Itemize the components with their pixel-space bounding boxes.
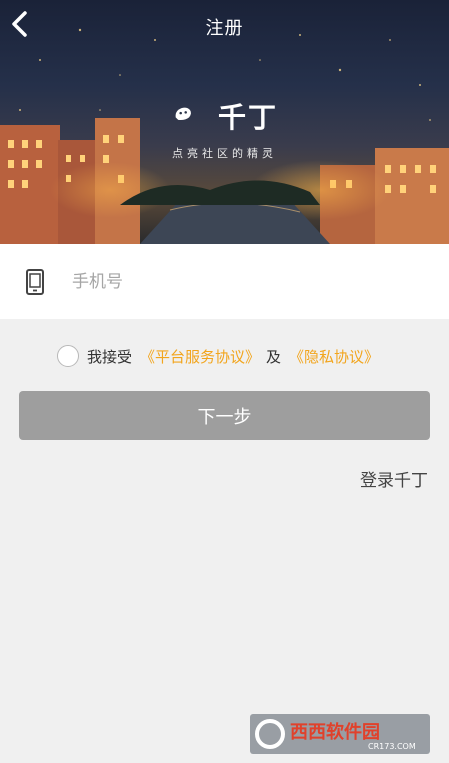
brand-name: 千丁 [218, 101, 279, 134]
svg-text:CR173.COM: CR173.COM [368, 742, 416, 751]
svg-text:西西软件园: 西西软件园 [290, 721, 380, 743]
bird-logo-icon [175, 107, 191, 121]
and-label: 及 [266, 347, 282, 366]
login-link[interactable]: 登录千丁 [360, 466, 428, 491]
watermark-logo: 西西软件园 CR173.COM [250, 714, 430, 754]
agree-label: 我接受 [87, 347, 133, 366]
agreement-row: 我接受 《平台服务协议》 及 《隐私协议》 [57, 343, 379, 369]
next-step-button[interactable]: 下一步 [19, 391, 430, 440]
phone-icon [26, 268, 44, 295]
header-banner: 注册 千丁 点亮社区的精灵 [0, 0, 449, 244]
agree-checkbox[interactable] [57, 345, 79, 367]
platform-agreement-link[interactable]: 《平台服务协议》 [140, 346, 260, 367]
page-title: 注册 [205, 18, 244, 39]
phone-input[interactable] [70, 270, 404, 293]
privacy-agreement-link[interactable]: 《隐私协议》 [289, 346, 379, 367]
phone-field-row [0, 244, 449, 319]
brand-slogan: 点亮社区的精灵 [172, 147, 277, 160]
